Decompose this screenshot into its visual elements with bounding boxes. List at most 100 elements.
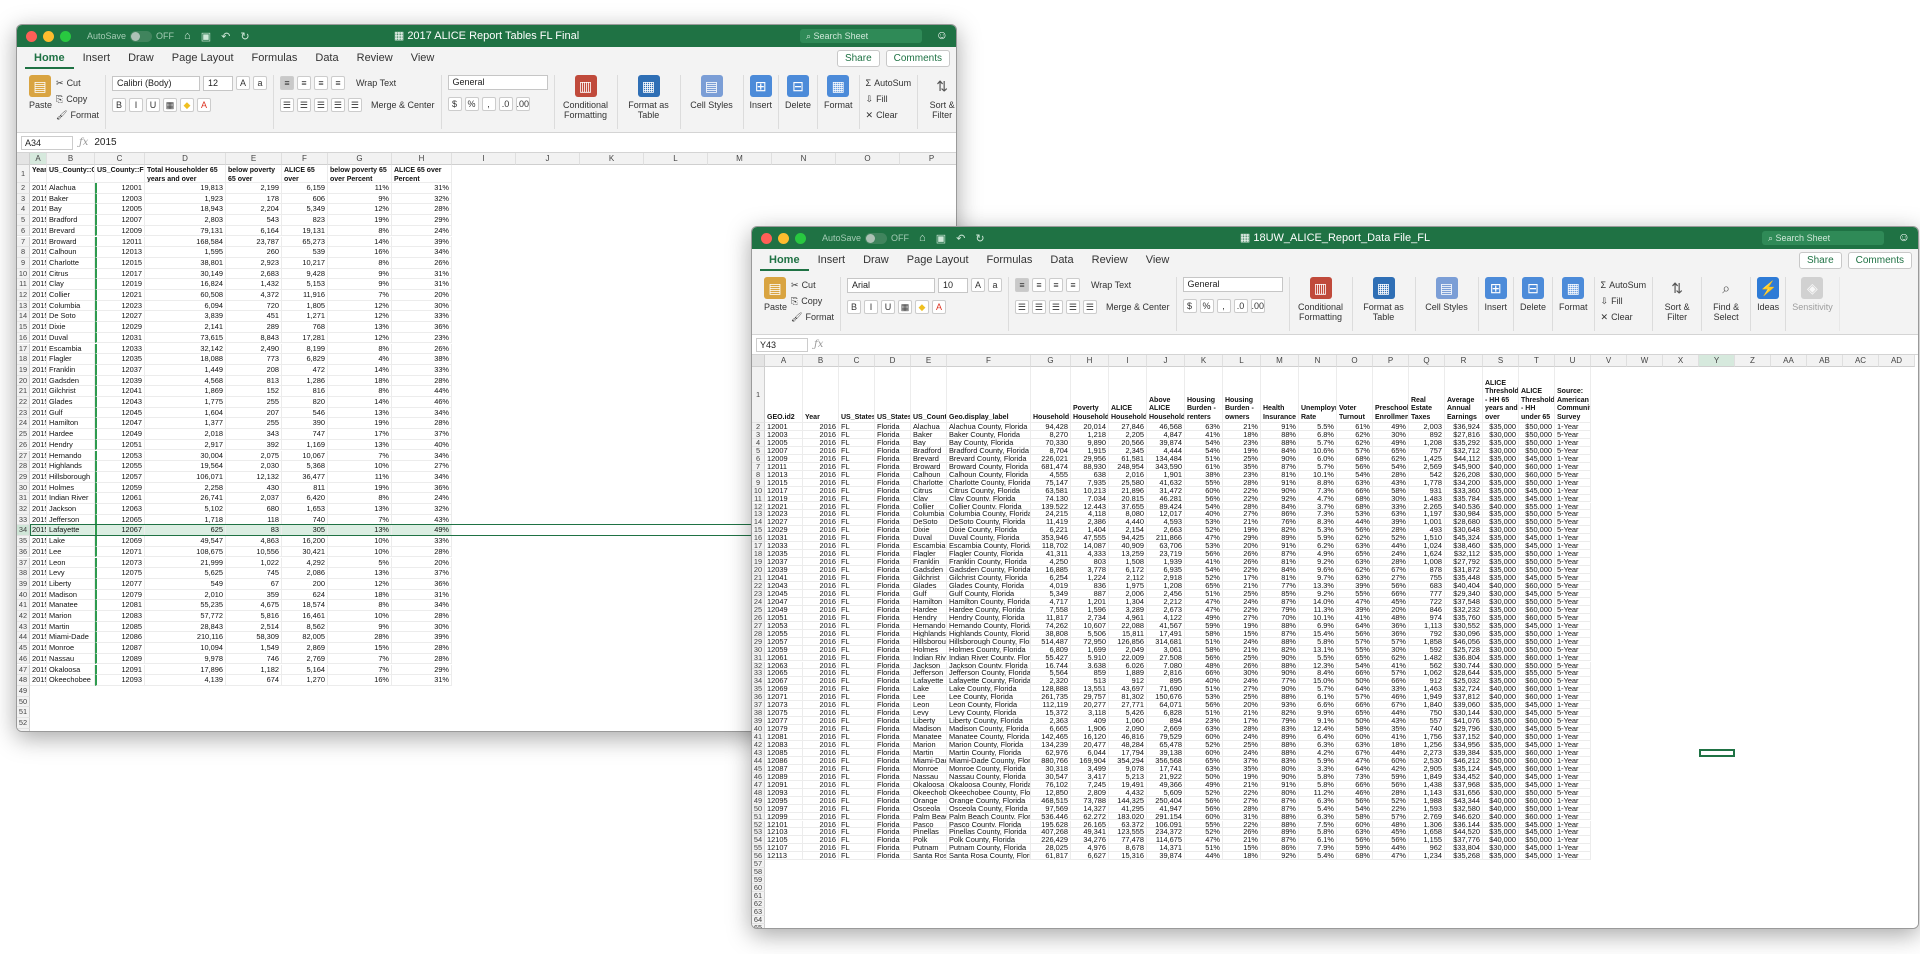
row-header[interactable]: 40 <box>17 589 30 601</box>
column-header-Q[interactable]: Q <box>1409 355 1445 367</box>
row-header[interactable]: 20 <box>17 375 30 387</box>
tab-home[interactable]: Home <box>25 52 74 69</box>
tab-data[interactable]: Data <box>1041 254 1082 271</box>
column-header-O[interactable]: O <box>836 153 900 165</box>
fill-button[interactable]: ⇩ Fill <box>866 91 888 107</box>
conditional-formatting-button[interactable]: ▥ Conditional Formatting <box>555 75 618 129</box>
clear-button[interactable]: ✕ Clear <box>866 107 898 123</box>
column-header-D[interactable]: D <box>875 355 911 367</box>
comments-button[interactable]: Comments <box>1847 252 1912 269</box>
grow-font-icon[interactable]: A <box>970 278 985 292</box>
ideas-button[interactable]: ⚡ Ideas <box>1751 277 1787 331</box>
comments-button[interactable]: Comments <box>885 50 950 67</box>
column-header-E[interactable]: E <box>911 355 947 367</box>
tab-home[interactable]: Home <box>760 254 809 271</box>
tab-page-layout[interactable]: Page Layout <box>898 254 978 271</box>
format-cells-button[interactable]: ▦ Format <box>818 75 860 129</box>
row-header[interactable]: 6 <box>17 225 30 237</box>
orientation-icon[interactable]: ≡ <box>1065 278 1080 292</box>
row-header[interactable]: 14 <box>17 311 30 323</box>
currency-icon[interactable]: $ <box>1182 299 1197 313</box>
sheet-grid[interactable]: A B C D E F G H I J K L M N O P Q R S T U V W X Y Z AA AB AC AD 1 GEO.i… <box>752 355 1918 928</box>
row-header[interactable]: 50 <box>17 696 30 708</box>
delete-cells-button[interactable]: ⊟ Delete <box>1514 277 1554 331</box>
borders-icon[interactable]: ▦ <box>162 98 177 112</box>
column-header-AA[interactable]: AA <box>1771 355 1807 367</box>
row-header[interactable]: 29 <box>17 471 30 483</box>
row-header[interactable]: 47 <box>17 664 30 676</box>
merge-center-button[interactable]: Merge & Center <box>1106 302 1170 312</box>
name-box[interactable]: Y43 <box>756 337 808 352</box>
row-header[interactable]: 42 <box>17 611 30 622</box>
fill-color-icon[interactable]: ◆ <box>179 98 194 112</box>
column-header-D[interactable]: D <box>145 153 226 165</box>
column-header-F[interactable]: F <box>947 355 1031 367</box>
align-top-icon[interactable]: ≡ <box>1014 278 1029 292</box>
percent-icon[interactable]: % <box>464 97 479 111</box>
font-size-select[interactable]: 12 <box>202 75 233 91</box>
row-header[interactable]: 43 <box>17 621 30 633</box>
column-header-Y[interactable]: Y <box>1699 355 1735 367</box>
tab-view[interactable]: View <box>402 52 444 69</box>
row-header[interactable]: 17 <box>17 343 30 355</box>
column-header-J[interactable]: J <box>1147 355 1185 367</box>
row-header[interactable]: 12 <box>17 290 30 301</box>
align-center-icon[interactable]: ☰ <box>296 98 311 112</box>
row-header[interactable]: 7 <box>17 236 30 248</box>
column-header-M[interactable]: M <box>1261 355 1299 367</box>
column-header-G[interactable]: G <box>1031 355 1071 367</box>
row-header[interactable]: 65 <box>752 923 765 928</box>
underline-icon[interactable]: U <box>145 98 160 112</box>
number-format-select[interactable]: General <box>447 75 548 90</box>
align-right-icon[interactable]: ☰ <box>1048 300 1063 314</box>
feedback-icon[interactable]: ☺ <box>936 28 948 42</box>
font-size-select[interactable]: 10 <box>937 277 968 293</box>
indent-decrease-icon[interactable]: ☰ <box>330 98 345 112</box>
shrink-font-icon[interactable]: a <box>252 76 267 90</box>
indent-increase-icon[interactable]: ☰ <box>347 98 362 112</box>
row-header[interactable]: 31 <box>17 493 30 504</box>
column-header-H[interactable]: H <box>392 153 452 165</box>
sort-filter-button[interactable]: ⇅ Sort & Filter <box>1653 277 1703 331</box>
fill-color-icon[interactable]: ◆ <box>914 300 929 314</box>
column-header-I[interactable]: I <box>452 153 516 165</box>
wrap-text-button[interactable]: Wrap Text <box>1091 280 1131 290</box>
column-header-N[interactable]: N <box>772 153 836 165</box>
delete-cells-button[interactable]: ⊟ Delete <box>779 75 819 129</box>
column-header-I[interactable]: I <box>1109 355 1147 367</box>
tab-review[interactable]: Review <box>1083 254 1137 271</box>
column-header-A[interactable]: A <box>30 153 47 165</box>
bold-icon[interactable]: B <box>111 98 126 112</box>
select-all-corner[interactable] <box>17 153 30 165</box>
row-header[interactable]: 23 <box>17 407 30 419</box>
row-header[interactable]: 24 <box>17 418 30 430</box>
row-header[interactable]: 5 <box>17 215 30 226</box>
font-name-select[interactable]: Arial <box>846 277 935 293</box>
tab-review[interactable]: Review <box>348 52 402 69</box>
row-header[interactable]: 38 <box>17 568 30 579</box>
row-header[interactable]: 9 <box>17 257 30 269</box>
tab-page-layout[interactable]: Page Layout <box>163 52 243 69</box>
row-header[interactable]: 51 <box>17 707 30 718</box>
decimal-decrease-icon[interactable]: .00 <box>1250 299 1265 313</box>
format-button[interactable]: 🖌 Format <box>56 107 99 123</box>
column-header-C[interactable]: C <box>95 153 145 165</box>
align-middle-icon[interactable]: ≡ <box>296 76 311 90</box>
paste-button[interactable]: ▤ Paste <box>764 277 787 312</box>
row-header[interactable]: 19 <box>17 364 30 376</box>
name-box[interactable]: A34 <box>21 135 73 150</box>
align-top-icon[interactable]: ≡ <box>279 76 294 90</box>
row-header[interactable]: 10 <box>17 268 30 280</box>
wrap-text-button[interactable]: Wrap Text <box>356 78 396 88</box>
tab-insert[interactable]: Insert <box>809 254 855 271</box>
search-input[interactable]: ⌕ Search Sheet <box>800 29 922 43</box>
column-header-O[interactable]: O <box>1337 355 1373 367</box>
align-bottom-icon[interactable]: ≡ <box>313 76 328 90</box>
italic-icon[interactable]: I <box>128 98 143 112</box>
comma-icon[interactable]: , <box>481 97 496 111</box>
row-header[interactable]: 4 <box>17 204 30 216</box>
underline-icon[interactable]: U <box>880 300 895 314</box>
column-header-N[interactable]: N <box>1299 355 1337 367</box>
column-header-L[interactable]: L <box>644 153 708 165</box>
autosum-button[interactable]: Σ AutoSum <box>866 75 912 91</box>
